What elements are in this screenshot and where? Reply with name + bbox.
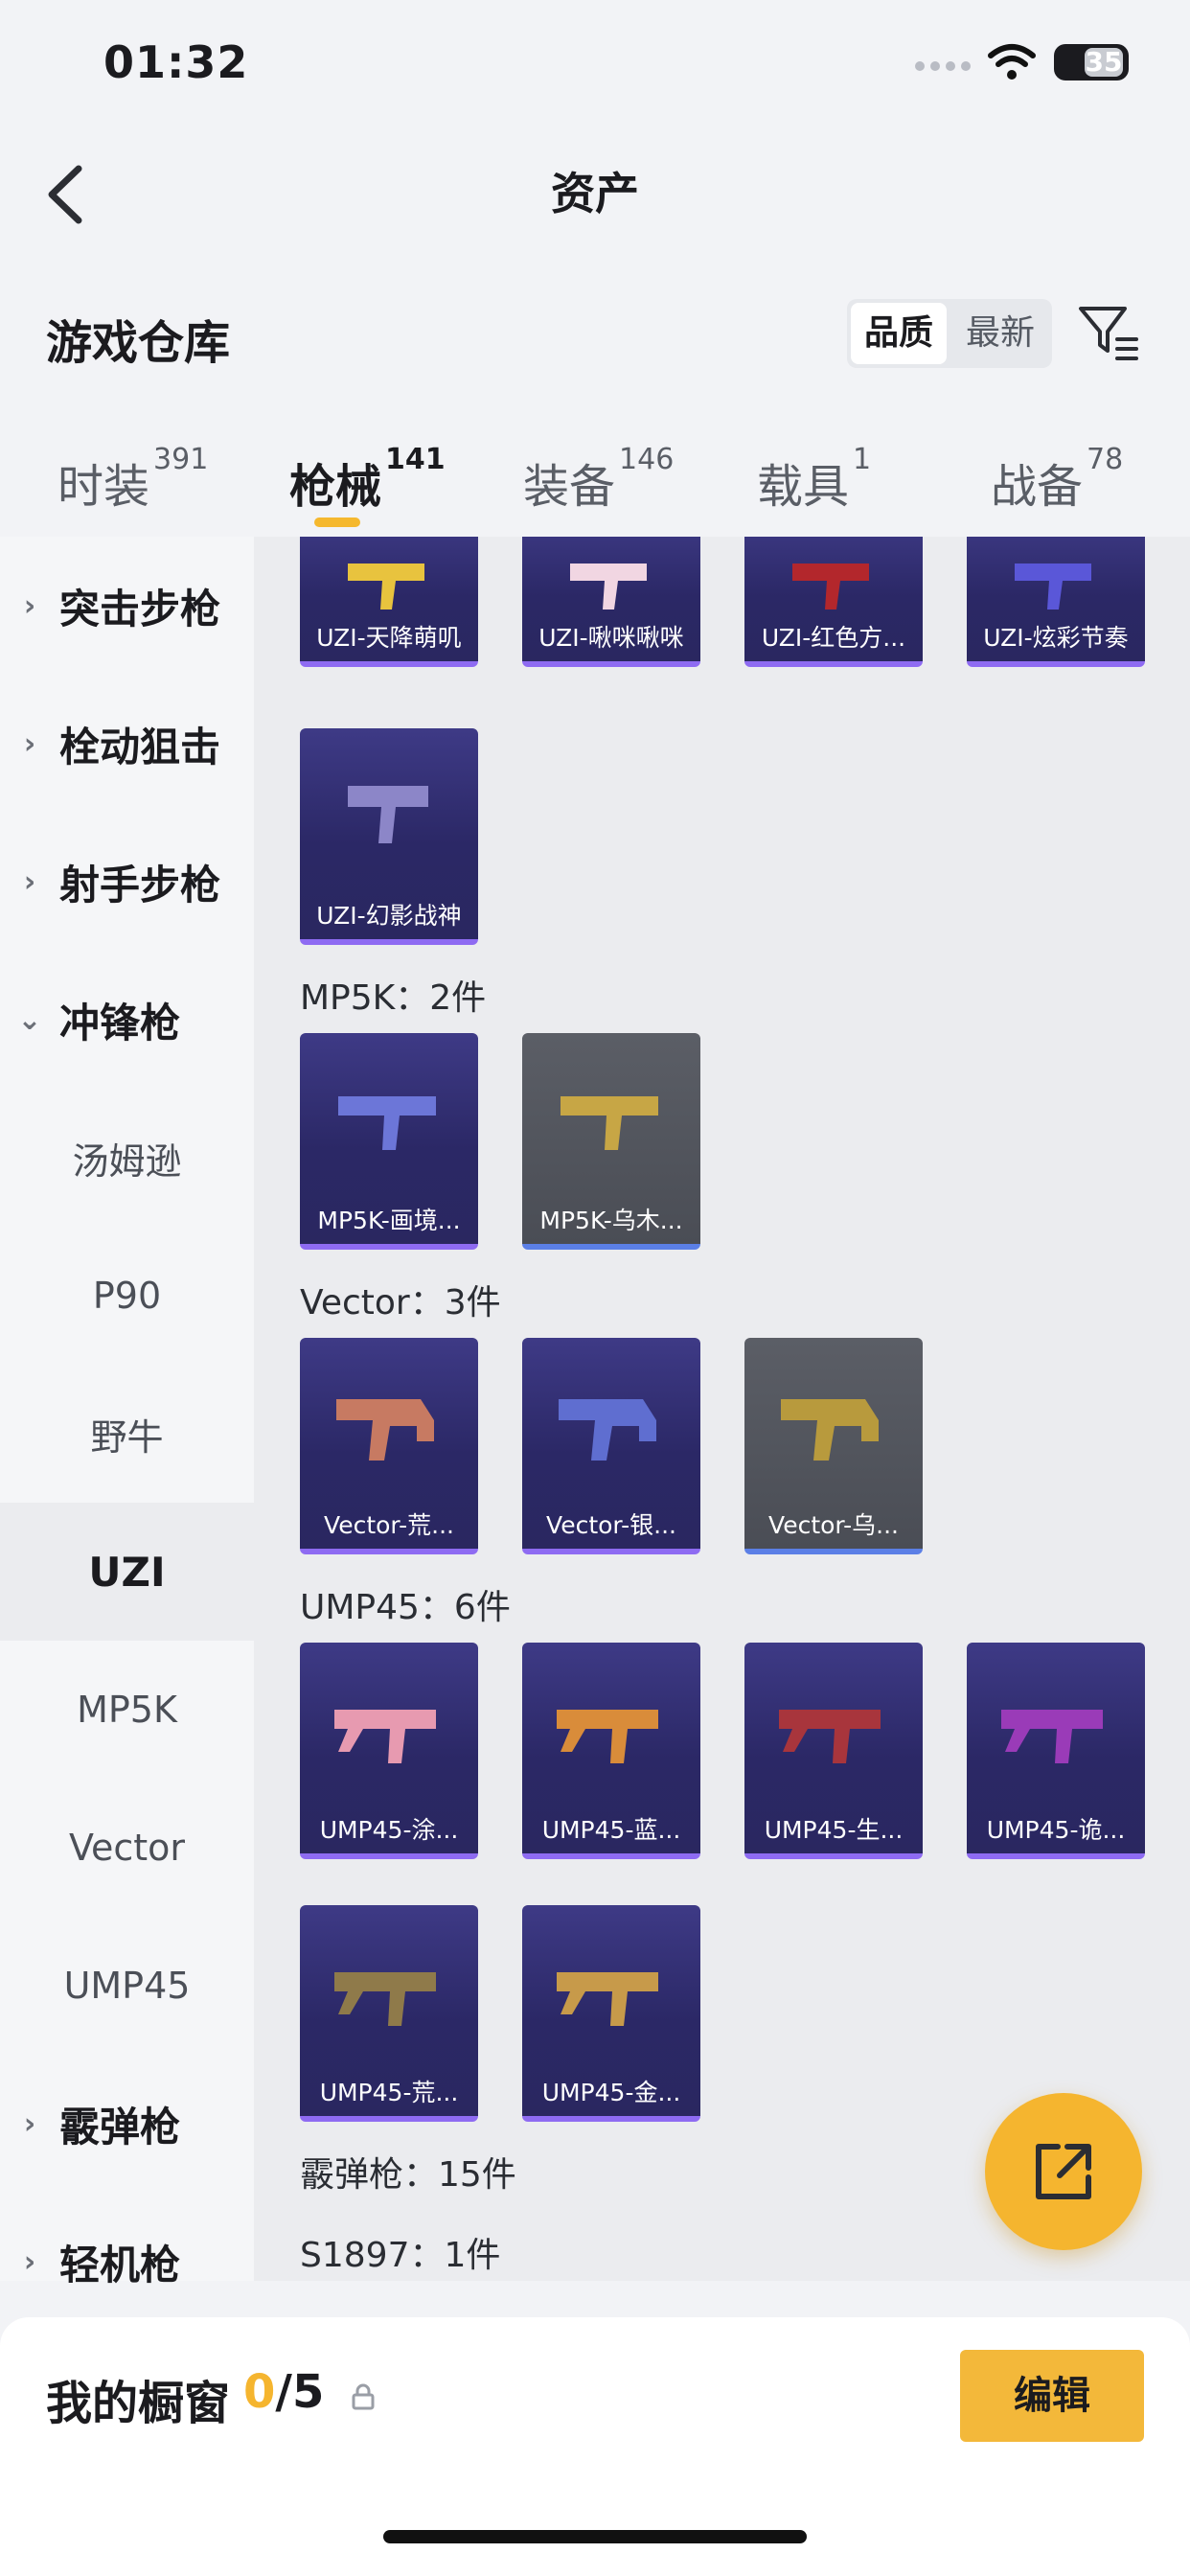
mp5k-skin-icon	[561, 1096, 658, 1150]
weapon-card[interactable]: UMP45-蓝...	[522, 1643, 700, 1859]
weapon-card[interactable]: UMP45-荒...	[300, 1905, 478, 2122]
sidebar-item-lmg[interactable]: › 轻机枪	[0, 2193, 254, 2331]
tab-equipment[interactable]: 装备146	[523, 443, 674, 516]
page-title: 资产	[551, 168, 639, 219]
weapon-grid: UZI-天降萌叽 UZI-啾咪啾咪 UZI-红色方... UZI-炫彩节奏 UZ…	[254, 537, 1190, 2281]
sidebar-item-bolt-sniper[interactable]: › 栓动狙击	[0, 675, 254, 813]
weapon-card[interactable]: UZI-炫彩节奏	[967, 537, 1145, 667]
mp5k-skin-icon	[338, 1096, 436, 1150]
home-indicator	[383, 2530, 807, 2543]
status-bar: 01:32 35	[0, 0, 1190, 134]
vector-skin-icon	[336, 1399, 434, 1460]
sidebar-item-ump45[interactable]: UMP45	[0, 1917, 254, 2055]
weapon-card[interactable]: UMP45-生...	[744, 1643, 923, 1859]
weapon-card[interactable]: UMP45-金...	[522, 1905, 700, 2122]
sort-toggle: 品质 最新	[847, 299, 1052, 368]
lock-icon	[352, 2383, 375, 2410]
battery-icon: 35	[1054, 44, 1129, 80]
active-tab-indicator	[314, 518, 360, 527]
ump45-skin-icon	[334, 1972, 436, 2026]
sidebar-item-marksman-rifle[interactable]: › 射手步枪	[0, 813, 254, 951]
ump45-skin-icon	[1001, 1710, 1103, 1763]
sidebar-item-uzi[interactable]: UZI	[0, 1503, 254, 1641]
weapon-card[interactable]: MP5K-乌木...	[522, 1033, 700, 1250]
section-header-shotgun: 霰弹枪：15件	[300, 2155, 516, 2195]
chevron-right-icon: ›	[23, 588, 36, 623]
chevron-down-icon: ⌄	[17, 1002, 42, 1037]
edit-button[interactable]: 编辑	[960, 2350, 1144, 2442]
category-tabs: 时装391 枪械141 装备146 载具1 战备78	[0, 422, 1190, 537]
filter-icon[interactable]	[1075, 299, 1142, 366]
sidebar-item-assault-rifle[interactable]: › 突击步枪	[0, 537, 254, 675]
weapon-card[interactable]: UMP45-诡...	[967, 1643, 1145, 1859]
nav-bar: 资产	[0, 134, 1190, 249]
weapon-card[interactable]: MP5K-画境...	[300, 1033, 478, 1250]
sidebar-item-mp5k[interactable]: MP5K	[0, 1641, 254, 1779]
ump45-skin-icon	[557, 1972, 658, 2026]
battery-level: 35	[1085, 46, 1123, 78]
showcase-title: 我的橱窗	[46, 2377, 231, 2430]
weapon-card[interactable]: UZI-红色方...	[744, 537, 923, 667]
sidebar-item-thompson[interactable]: 汤姆逊	[0, 1089, 254, 1227]
tab-fashion[interactable]: 时装391	[57, 443, 208, 516]
sidebar-item-smg[interactable]: ⌄ 冲锋枪	[0, 951, 254, 1089]
section-header-vector: Vector：3件	[300, 1283, 501, 1322]
weapon-card[interactable]: Vector-乌...	[744, 1338, 923, 1554]
chevron-right-icon: ›	[23, 2244, 36, 2279]
tab-supplies[interactable]: 战备78	[991, 443, 1123, 516]
section-header-s1897: S1897：1件	[300, 2236, 501, 2275]
ump45-skin-icon	[779, 1710, 881, 1763]
tab-vehicles[interactable]: 载具1	[757, 443, 871, 516]
status-time: 01:32	[103, 36, 249, 88]
chevron-right-icon: ›	[23, 864, 36, 899]
section-header-ump45: UMP45：6件	[300, 1588, 511, 1627]
ump45-skin-icon	[334, 1710, 436, 1763]
sort-newest-button[interactable]: 最新	[952, 303, 1048, 364]
ump45-skin-icon	[557, 1710, 658, 1763]
showcase-count: 0/5	[243, 2365, 325, 2419]
weapon-card[interactable]: UMP45-涂...	[300, 1643, 478, 1859]
wifi-icon	[988, 44, 1036, 80]
showcase-bar: 我的橱窗 0/5 编辑	[0, 2317, 1190, 2576]
weapon-card[interactable]: UZI-天降萌叽	[300, 537, 478, 667]
section-header-mp5k: MP5K：2件	[300, 978, 487, 1018]
weapon-card[interactable]: UZI-幻影战神	[300, 728, 478, 945]
weapon-card[interactable]: UZI-啾咪啾咪	[522, 537, 700, 667]
weapon-type-sidebar: › 突击步枪 › 栓动狙击 › 射手步枪 ⌄ 冲锋枪 汤姆逊 P90 野牛 UZI MP…	[0, 537, 254, 2288]
tab-guns[interactable]: 枪械141	[289, 443, 446, 516]
weapon-card[interactable]: Vector-银...	[522, 1338, 700, 1554]
warehouse-title: 游戏仓库	[46, 316, 231, 370]
vector-skin-icon	[559, 1399, 656, 1460]
chevron-right-icon: ›	[23, 726, 36, 761]
share-button[interactable]	[985, 2093, 1142, 2250]
sidebar-item-shotgun[interactable]: › 霰弹枪	[0, 2055, 254, 2193]
sidebar-item-p90[interactable]: P90	[0, 1227, 254, 1365]
uzi-skin-icon	[348, 786, 428, 843]
cellular-signal-icon	[915, 61, 974, 75]
sort-quality-button[interactable]: 品质	[851, 303, 947, 364]
sidebar-item-bizon[interactable]: 野牛	[0, 1365, 254, 1503]
sidebar-item-vector[interactable]: Vector	[0, 1779, 254, 1917]
vector-skin-icon	[781, 1399, 879, 1460]
share-icon	[1036, 2144, 1091, 2199]
chevron-right-icon: ›	[23, 2106, 36, 2141]
weapon-card[interactable]: Vector-荒...	[300, 1338, 478, 1554]
